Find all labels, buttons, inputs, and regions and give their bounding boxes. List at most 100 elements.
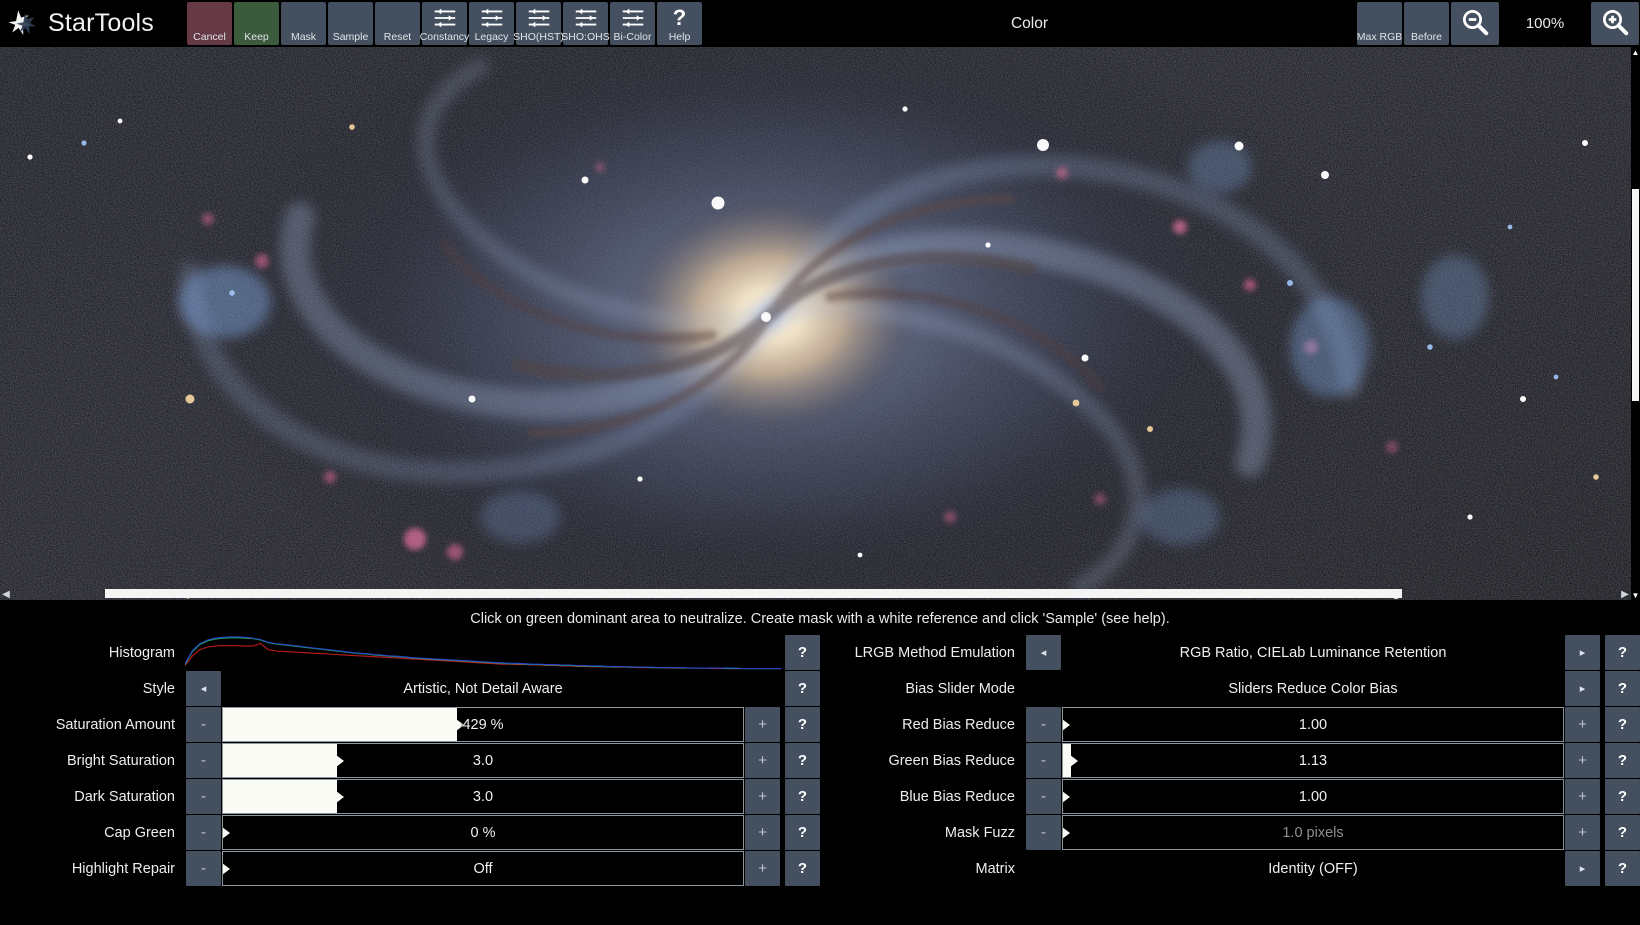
scroll-up-arrow-icon[interactable]: ▲ [1631, 47, 1640, 57]
help-button-green-bias-reduce[interactable]: ? [1605, 743, 1640, 778]
slider-knob-green-bias-reduce[interactable] [1070, 755, 1078, 767]
value-display-style[interactable]: Artistic, Not Detail Aware [222, 671, 744, 706]
toolbar-button-keep[interactable]: Keep [234, 2, 279, 45]
zoom-in-button[interactable] [1591, 2, 1639, 45]
image-viewport[interactable] [0, 47, 1640, 600]
slider-saturation-amount[interactable]: 429 % [222, 707, 744, 742]
decrement-highlight-repair[interactable]: - [186, 851, 221, 886]
decrement-cap-green[interactable]: - [186, 815, 221, 850]
scroll-left-arrow-icon[interactable]: ◀ [0, 588, 12, 600]
slider-bright-saturation[interactable]: 3.0 [222, 743, 744, 778]
decrement-saturation-amount[interactable]: - [186, 707, 221, 742]
toolbar-button-label: SHO(HST) [513, 31, 564, 45]
help-button-mask-fuzz[interactable]: ? [1605, 815, 1640, 850]
slider-knob-dark-saturation[interactable] [336, 791, 344, 803]
help-button-style[interactable]: ? [785, 671, 820, 706]
increment-blue-bias-reduce[interactable]: + [1565, 779, 1600, 814]
help-button-histogram[interactable]: ? [785, 635, 820, 670]
decrement-blue-bias-reduce[interactable]: - [1026, 779, 1061, 814]
decrement-mask-fuzz[interactable]: - [1026, 815, 1061, 850]
increment-mask-fuzz[interactable]: + [1565, 815, 1600, 850]
slider-knob-red-bias-reduce[interactable] [1062, 719, 1070, 731]
slider-dark-saturation[interactable]: 3.0 [222, 779, 744, 814]
help-button-highlight-repair[interactable]: ? [785, 851, 820, 886]
value-display-matrix[interactable]: Identity (OFF) [1062, 851, 1564, 886]
horizontal-scroll-thumb[interactable] [105, 589, 1402, 598]
increment-saturation-amount[interactable]: + [745, 707, 780, 742]
help-button-bias-slider-mode[interactable]: ? [1605, 671, 1640, 706]
row-label-bias-slider-mode: Bias Slider Mode [820, 671, 1025, 706]
scroll-right-arrow-icon[interactable]: ▶ [1619, 588, 1631, 600]
help-button-cap-green[interactable]: ? [785, 815, 820, 850]
help-button-blue-bias-reduce[interactable]: ? [1605, 779, 1640, 814]
increment-red-bias-reduce[interactable]: + [1565, 707, 1600, 742]
slider-blue-bias-reduce[interactable]: 1.00 [1062, 779, 1564, 814]
slider-mask-fuzz[interactable]: 1.0 pixels [1062, 815, 1564, 850]
help-button-bright-saturation[interactable]: ? [785, 743, 820, 778]
increment-cap-green[interactable]: + [745, 815, 780, 850]
toolbar-button-reset[interactable]: Reset [375, 2, 420, 45]
slider-red-bias-reduce[interactable]: 1.00 [1062, 707, 1564, 742]
decrement-red-bias-reduce[interactable]: - [1026, 707, 1061, 742]
slider-green-bias-reduce[interactable]: 1.13 [1062, 743, 1564, 778]
row-mask-fuzz: Mask Fuzz-1.0 pixels+? [820, 815, 1640, 850]
help-button-saturation-amount[interactable]: ? [785, 707, 820, 742]
toolbar-button-label: Cancel [193, 31, 226, 45]
next-option-lrgb-method-emulation[interactable]: ▸ [1565, 635, 1600, 670]
value-display-lrgb-method-emulation[interactable]: RGB Ratio, CIELab Luminance Retention [1062, 635, 1564, 670]
toolbar-button-legacy[interactable]: Legacy [469, 2, 514, 45]
toolbar-button-help[interactable]: ?Help [657, 2, 702, 45]
decrement-bright-saturation[interactable]: - [186, 743, 221, 778]
increment-highlight-repair[interactable]: + [745, 851, 780, 886]
slider-cap-green[interactable]: 0 % [222, 815, 744, 850]
before-button[interactable]: Before [1404, 2, 1449, 45]
decrement-dark-saturation[interactable]: - [186, 779, 221, 814]
help-button-dark-saturation[interactable]: ? [785, 779, 820, 814]
help-button-lrgb-method-emulation[interactable]: ? [1605, 635, 1640, 670]
toolbar-button-constancy[interactable]: Constancy [422, 2, 467, 45]
slider-knob-cap-green[interactable] [222, 827, 230, 839]
slider-knob-mask-fuzz[interactable] [1062, 827, 1070, 839]
row-green-bias-reduce: Green Bias Reduce-1.13+? [820, 743, 1640, 778]
toolbar-button-label: Sample [333, 31, 369, 45]
toolbar-button-sho-ohs[interactable]: SHO:OHS [563, 2, 608, 45]
toolbar-button-sample[interactable]: Sample [328, 2, 373, 45]
slider-knob-highlight-repair[interactable] [222, 863, 230, 875]
sliders-icon [610, 6, 655, 30]
prev-option-lrgb-method-emulation[interactable]: ◂ [1026, 635, 1061, 670]
row-label-lrgb-method-emulation: LRGB Method Emulation [820, 635, 1025, 670]
prev-option-style[interactable]: ◂ [186, 671, 221, 706]
image-horizontal-scrollbar[interactable]: ◀ ▶ [0, 588, 1640, 600]
slider-highlight-repair[interactable]: Off [222, 851, 744, 886]
max-rgb-button[interactable]: Max RGB [1357, 2, 1402, 45]
value-display-bias-slider-mode[interactable]: Sliders Reduce Color Bias [1062, 671, 1564, 706]
row-bright-saturation: Bright Saturation-3.0+? [0, 743, 820, 778]
toolbar-button-mask[interactable]: Mask [281, 2, 326, 45]
toolbar-button-sho-hst[interactable]: SHO(HST) [516, 2, 561, 45]
next-option-bias-slider-mode[interactable]: ▸ [1565, 671, 1600, 706]
row-saturation-amount: Saturation Amount-429 %+? [0, 707, 820, 742]
slider-knob-blue-bias-reduce[interactable] [1062, 791, 1070, 803]
next-option-matrix[interactable]: ▸ [1565, 851, 1600, 886]
increment-bright-saturation[interactable]: + [745, 743, 780, 778]
vertical-scroll-thumb[interactable] [1632, 189, 1639, 401]
decrement-green-bias-reduce[interactable]: - [1026, 743, 1061, 778]
before-label: Before [1411, 31, 1442, 45]
image-vertical-scrollbar[interactable]: ▲ ▼ [1631, 47, 1640, 600]
help-button-red-bias-reduce[interactable]: ? [1605, 707, 1640, 742]
histogram-plot[interactable] [185, 635, 781, 670]
value-mask-fuzz: 1.0 pixels [1282, 825, 1343, 841]
slider-knob-bright-saturation[interactable] [336, 755, 344, 767]
value-blue-bias-reduce: 1.00 [1299, 789, 1327, 805]
zoom-out-button[interactable] [1451, 2, 1499, 45]
help-button-matrix[interactable]: ? [1605, 851, 1640, 886]
row-label-saturation-amount: Saturation Amount [0, 707, 185, 742]
startools-logo-icon [8, 9, 42, 39]
toolbar-button-bi-color[interactable]: Bi-Color [610, 2, 655, 45]
increment-dark-saturation[interactable]: + [745, 779, 780, 814]
zoom-level: 100% [1500, 0, 1590, 47]
zoom-level-value: 100% [1526, 15, 1564, 32]
increment-green-bias-reduce[interactable]: + [1565, 743, 1600, 778]
toolbar-button-cancel[interactable]: Cancel [187, 2, 232, 45]
sliders-icon [563, 6, 608, 30]
